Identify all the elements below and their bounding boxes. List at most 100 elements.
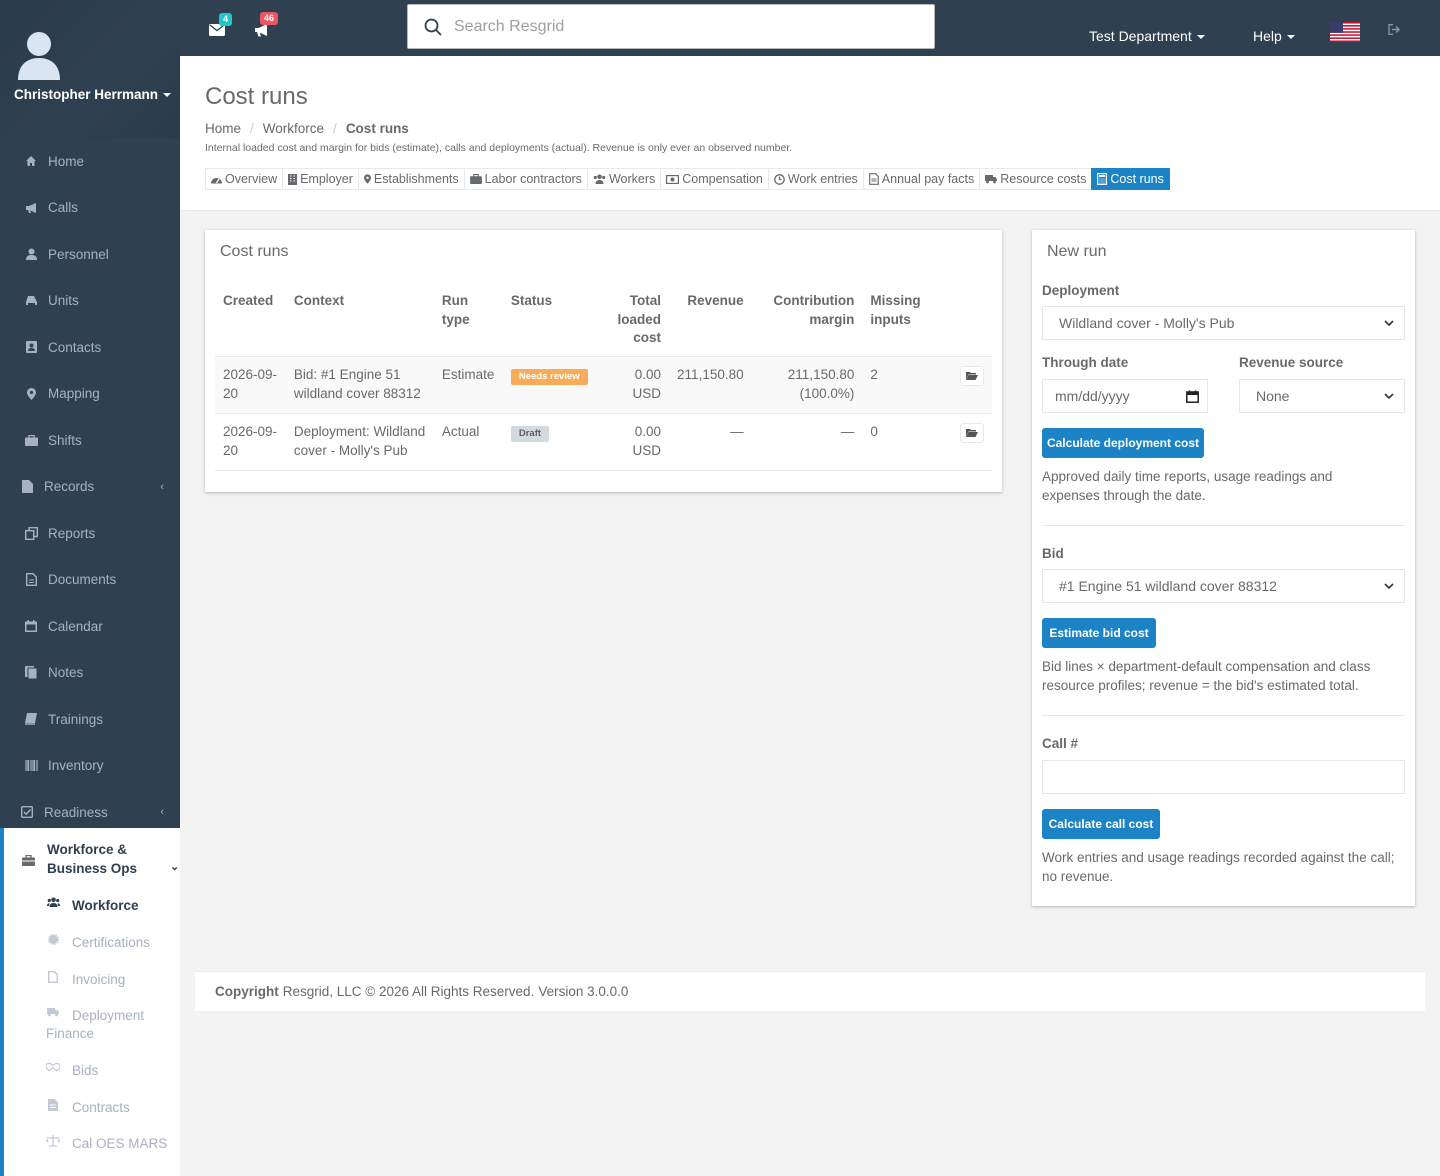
tab-workers[interactable]: Workers xyxy=(586,168,661,190)
sidebar-item-documents[interactable]: Documents xyxy=(0,557,180,604)
group-label-line2: Business Ops xyxy=(47,861,138,876)
panel-title: Cost runs xyxy=(220,243,289,260)
chevron-left-icon: ‹ xyxy=(160,480,164,493)
sidebar-item-shifts[interactable]: Shifts xyxy=(0,417,180,464)
sidebar-item-inventory[interactable]: Inventory xyxy=(0,743,180,790)
header-line: loaded xyxy=(617,311,662,327)
invoice-icon xyxy=(46,971,60,983)
help-label: Help xyxy=(1253,28,1282,44)
breadcrumb-workforce[interactable]: Workforce xyxy=(263,121,324,136)
calendar-icon xyxy=(24,619,38,633)
sidebar-subitem-label: Workforce xyxy=(72,898,139,913)
sidebar-subitem-deployment-finance[interactable]: Deployment Finance xyxy=(4,1007,180,1043)
sidebar-item-trainings[interactable]: Trainings xyxy=(0,696,180,743)
bid-select[interactable]: #1 Engine 51 wildland cover 88312 xyxy=(1042,569,1405,603)
cell-missing: 0 xyxy=(862,413,935,471)
status-badge: Needs review xyxy=(510,368,588,385)
tab-overview[interactable]: Overview xyxy=(205,168,283,190)
sidebar-item-personnel[interactable]: Personnel xyxy=(0,231,180,278)
sidebar-subitem-certifications[interactable]: Certifications xyxy=(4,934,180,952)
sidebar-group-workforce-business-ops: Workforce & Business Ops ⌄ Workforce Cert… xyxy=(0,828,180,1176)
cell-run-type: Actual xyxy=(433,413,503,471)
through-date-input[interactable]: mm/dd/yyyy xyxy=(1042,379,1208,413)
tab-employer[interactable]: Employer xyxy=(282,168,358,190)
breadcrumb-home[interactable]: Home xyxy=(205,121,241,136)
sidebar-item-reports[interactable]: Reports xyxy=(0,510,180,557)
sidebar-item-label: Shifts xyxy=(48,432,82,448)
cost-runs-table: Created Context Run type Status Total load… xyxy=(215,286,992,471)
sidebar-item-records[interactable]: Records ‹ xyxy=(0,464,180,511)
book-icon xyxy=(24,712,38,726)
sidebar-subitem-bids[interactable]: Bids xyxy=(4,1062,180,1080)
calendar-icon[interactable] xyxy=(1186,390,1199,403)
avatar[interactable] xyxy=(16,30,62,82)
calculate-call-cost-button[interactable]: Calculate call cost xyxy=(1042,809,1160,839)
tab-annual-pay-facts[interactable]: Annual pay facts xyxy=(862,168,980,190)
calculate-deployment-cost-button[interactable]: Calculate deployment cost xyxy=(1042,428,1204,458)
user-icon xyxy=(24,247,38,261)
search-input[interactable] xyxy=(454,17,894,36)
sidebar-item-label: Readiness xyxy=(44,804,108,820)
sidebar-subitem-contracts[interactable]: Contracts xyxy=(4,1099,180,1117)
sidebar-item-mapping[interactable]: Mapping xyxy=(0,371,180,418)
footer-version: Version 3.0.0.0 xyxy=(538,984,629,999)
sidebar-item-contacts[interactable]: Contacts xyxy=(0,324,180,371)
page-subtitle: Internal loaded cost and margin for bids… xyxy=(205,142,793,154)
messages-count-badge: 4 xyxy=(219,13,233,26)
tab-label: Establishments xyxy=(373,172,459,186)
tab-establishments[interactable]: Establishments xyxy=(357,168,464,190)
sidebar-item-label: Calls xyxy=(48,200,79,216)
sidebar-item-label: Calendar xyxy=(48,618,103,634)
us-flag-icon[interactable] xyxy=(1330,22,1360,42)
folder-open-icon xyxy=(966,429,978,437)
chevron-down-icon xyxy=(1384,393,1394,400)
tab-labor-contractors[interactable]: Labor contractors xyxy=(463,168,587,190)
notes-icon xyxy=(24,666,38,680)
cost-runs-panel: Cost runs Created Context Run type Status… xyxy=(205,230,1002,492)
department-dropdown[interactable]: Test Department xyxy=(1089,28,1205,44)
header-line: Run xyxy=(441,293,469,308)
col-context: Context xyxy=(285,286,434,357)
sidebar-item-home[interactable]: Home xyxy=(0,138,180,185)
money-icon xyxy=(666,174,680,184)
sidebar-subitem-label: Contracts xyxy=(72,1100,130,1115)
sidebar-item-label: Trainings xyxy=(48,711,104,727)
sidebar-subitem-invoicing[interactable]: Invoicing xyxy=(4,971,180,989)
check-square-icon xyxy=(20,805,34,819)
table-row: 2026-09- 20 Deployment: Wildland cover - M… xyxy=(215,413,992,471)
cell-line: 211,150.80 xyxy=(787,366,855,382)
col-contribution-margin: Contribution margin xyxy=(751,286,863,357)
cell-missing: 2 xyxy=(862,356,935,414)
sidebar-item-units[interactable]: Units xyxy=(0,278,180,325)
tab-compensation[interactable]: Compensation xyxy=(660,168,768,190)
help-dropdown[interactable]: Help xyxy=(1253,28,1295,44)
cell-revenue: — xyxy=(669,413,752,471)
user-menu-toggle[interactable]: Christopher Herrmann xyxy=(14,87,172,102)
header-line: Contribution xyxy=(773,293,855,308)
document-icon xyxy=(24,573,38,587)
header-line: cost xyxy=(633,330,662,345)
open-run-button[interactable] xyxy=(960,365,984,386)
revenue-source-select[interactable]: None xyxy=(1239,379,1405,413)
tab-work-entries[interactable]: Work entries xyxy=(767,168,863,190)
notifications-button[interactable]: 46 xyxy=(254,12,279,40)
open-run-button[interactable] xyxy=(960,422,984,443)
cell-line: (100.0%) xyxy=(799,385,855,401)
sidebar-group-header[interactable]: Workforce & Business Ops ⌄ xyxy=(22,840,179,878)
sign-out-icon[interactable] xyxy=(1388,24,1401,35)
estimate-bid-cost-button[interactable]: Estimate bid cost xyxy=(1042,618,1156,648)
cell-created: 2026-09- 20 xyxy=(215,413,286,471)
sidebar-item-notes[interactable]: Notes xyxy=(0,650,180,697)
call-number-input[interactable] xyxy=(1042,760,1405,794)
sidebar-item-calls[interactable]: Calls xyxy=(0,185,180,232)
map-marker-icon xyxy=(363,174,371,184)
deployment-select[interactable]: Wildland cover - Molly's Pub xyxy=(1042,306,1405,340)
through-date-placeholder: mm/dd/yyyy xyxy=(1055,388,1130,404)
sidebar-subitem-workforce[interactable]: Workforce xyxy=(4,897,180,915)
messages-button[interactable]: 4 xyxy=(208,13,233,40)
tab-cost-runs[interactable]: Cost runs xyxy=(1091,168,1170,190)
sidebar-subitem-cal-oes-mars[interactable]: Cal OES MARS xyxy=(4,1135,180,1153)
tab-resource-costs[interactable]: Resource costs xyxy=(979,168,1092,190)
sidebar-item-calendar[interactable]: Calendar xyxy=(0,603,180,650)
sidebar-subitem-label: Cal OES MARS xyxy=(72,1136,168,1151)
